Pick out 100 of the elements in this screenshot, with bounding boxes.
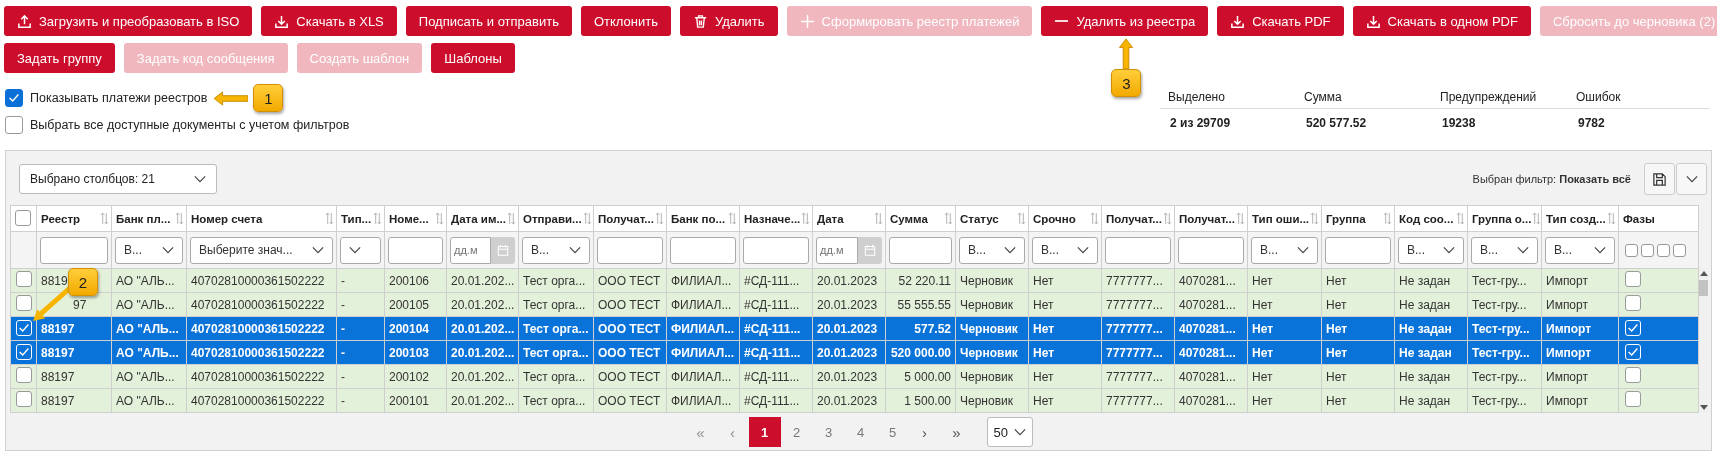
filter-select[interactable]: В...	[1545, 236, 1615, 264]
filter-select[interactable]: В...	[1471, 236, 1538, 264]
scrollbar-thumb[interactable]	[1699, 280, 1708, 296]
row-checkbox[interactable]	[15, 391, 32, 407]
column-header[interactable]: Получат...	[1174, 205, 1248, 232]
filter-input[interactable]	[743, 236, 809, 264]
sort-icon[interactable]	[435, 212, 444, 225]
row-checkbox[interactable]	[15, 367, 32, 383]
phase-checkbox[interactable]	[1625, 367, 1641, 383]
column-header[interactable]: Тип оши...	[1247, 205, 1322, 232]
column-header[interactable]: Банк пл...	[111, 205, 187, 232]
phase-checkbox[interactable]	[1625, 391, 1641, 407]
column-header[interactable]: Получат...	[1101, 205, 1175, 232]
column-header[interactable]: Срочно	[1028, 205, 1102, 232]
page-link[interactable]: 5	[876, 417, 909, 447]
sort-icon[interactable]	[1456, 212, 1465, 225]
date-field[interactable]: дд.м	[816, 236, 858, 264]
filter-select[interactable]: В...	[1398, 236, 1464, 264]
scroll-up-icon[interactable]	[1699, 271, 1708, 277]
toolbar-button[interactable]: Скачать в XLS	[261, 6, 397, 36]
calendar-button[interactable]	[491, 236, 515, 264]
sort-icon[interactable]	[373, 212, 382, 225]
toolbar-button[interactable]: Скачать PDF	[1217, 6, 1344, 36]
column-header[interactable]: Тип созд...	[1541, 205, 1619, 232]
sort-icon[interactable]	[1532, 212, 1541, 225]
phase-checkbox[interactable]	[1625, 295, 1641, 311]
toolbar-button[interactable]: Шаблоны	[431, 43, 515, 73]
column-header[interactable]: Статус	[955, 205, 1029, 232]
filter-select[interactable]: В...	[1251, 236, 1318, 264]
toolbar-button[interactable]: Подписать и отправить	[405, 6, 572, 36]
save-button[interactable]	[1644, 163, 1675, 195]
column-header[interactable]: Тип...	[336, 205, 385, 232]
sort-icon[interactable]	[1607, 212, 1616, 225]
column-header[interactable]: Группа о...	[1467, 205, 1542, 232]
filter-input[interactable]	[388, 236, 443, 264]
phase-checkbox[interactable]	[1625, 243, 1638, 257]
column-header[interactable]: Получат...	[593, 205, 667, 232]
row-checkbox[interactable]	[15, 271, 32, 287]
sort-icon[interactable]	[1236, 212, 1245, 225]
sort-icon[interactable]	[325, 212, 334, 225]
column-header[interactable]: Фазы	[1618, 205, 1699, 232]
toolbar-button[interactable]: Удалить	[679, 6, 778, 36]
column-header[interactable]: Сумма	[885, 205, 956, 232]
filter-select[interactable]: В...	[1032, 236, 1098, 264]
filter-select[interactable]	[340, 236, 381, 264]
column-header[interactable]: Отправи...	[518, 205, 594, 232]
column-header[interactable]: Назначе...	[739, 205, 813, 232]
filter-select[interactable]: В...	[522, 236, 590, 264]
sort-icon[interactable]	[507, 212, 516, 225]
column-header[interactable]: Банк по...	[666, 205, 740, 232]
page-link[interactable]: 4	[844, 417, 877, 447]
sort-icon[interactable]	[1090, 212, 1099, 225]
filter-input[interactable]	[670, 236, 736, 264]
toolbar-button[interactable]: Отклонить	[580, 6, 671, 36]
filter-input[interactable]	[1105, 236, 1171, 264]
toolbar-button[interactable]: Загрузить и преобразовать в ISO	[4, 6, 253, 36]
filter-select[interactable]: В...	[959, 236, 1025, 264]
sort-icon[interactable]	[801, 212, 811, 225]
phase-checkbox[interactable]	[1673, 243, 1686, 257]
select-all-checkbox[interactable]	[15, 209, 31, 226]
sort-icon[interactable]	[1163, 212, 1172, 225]
phase-checkbox[interactable]	[1625, 271, 1641, 287]
column-header[interactable]: Код соо...	[1394, 205, 1468, 232]
phase-checkbox[interactable]	[1641, 243, 1654, 257]
column-header[interactable]: Дата	[812, 205, 886, 232]
sort-icon[interactable]	[874, 212, 883, 225]
sort-icon[interactable]	[1017, 212, 1026, 225]
filter-input[interactable]	[889, 236, 952, 264]
filter-input[interactable]	[597, 236, 663, 264]
sort-icon[interactable]	[100, 212, 109, 225]
scroll-down-icon[interactable]	[1699, 404, 1708, 410]
column-header[interactable]: Номе...	[384, 205, 447, 232]
filter-input[interactable]	[40, 236, 108, 264]
column-header[interactable]: Дата им...	[446, 205, 519, 232]
calendar-button[interactable]	[858, 236, 882, 264]
column-header[interactable]: Реестр	[36, 205, 112, 232]
filter-select[interactable]: В...	[115, 236, 183, 264]
toolbar-button[interactable]: Удалить из реестра	[1041, 6, 1209, 36]
row-checkbox[interactable]	[15, 295, 32, 311]
sort-icon[interactable]	[582, 212, 592, 225]
column-select[interactable]: Выбрано столбцов: 21	[19, 164, 217, 194]
sort-icon[interactable]	[655, 212, 664, 225]
sort-icon[interactable]	[944, 212, 953, 225]
phase-checkbox[interactable]	[1657, 243, 1670, 257]
page-link[interactable]: 2	[780, 417, 813, 447]
page-link[interactable]: 1	[748, 417, 781, 447]
checkbox[interactable]	[5, 89, 23, 107]
filter-input[interactable]	[1325, 236, 1391, 264]
toolbar-button[interactable]: Скачать в одном PDF	[1352, 6, 1531, 36]
column-header[interactable]: Номер счета	[186, 205, 337, 232]
sort-icon[interactable]	[1383, 212, 1392, 225]
pagination-link[interactable]: ›	[908, 417, 941, 447]
column-header[interactable]: Группа	[1321, 205, 1395, 232]
date-field[interactable]: дд.м	[450, 236, 491, 264]
pagination-link[interactable]: »	[940, 417, 973, 447]
checkbox[interactable]	[5, 116, 23, 134]
sort-icon[interactable]	[1310, 212, 1320, 225]
toolbar-button[interactable]: Задать группу	[4, 43, 115, 73]
filter-select[interactable]: Выберите знач...	[190, 236, 333, 264]
sort-icon[interactable]	[728, 212, 737, 225]
